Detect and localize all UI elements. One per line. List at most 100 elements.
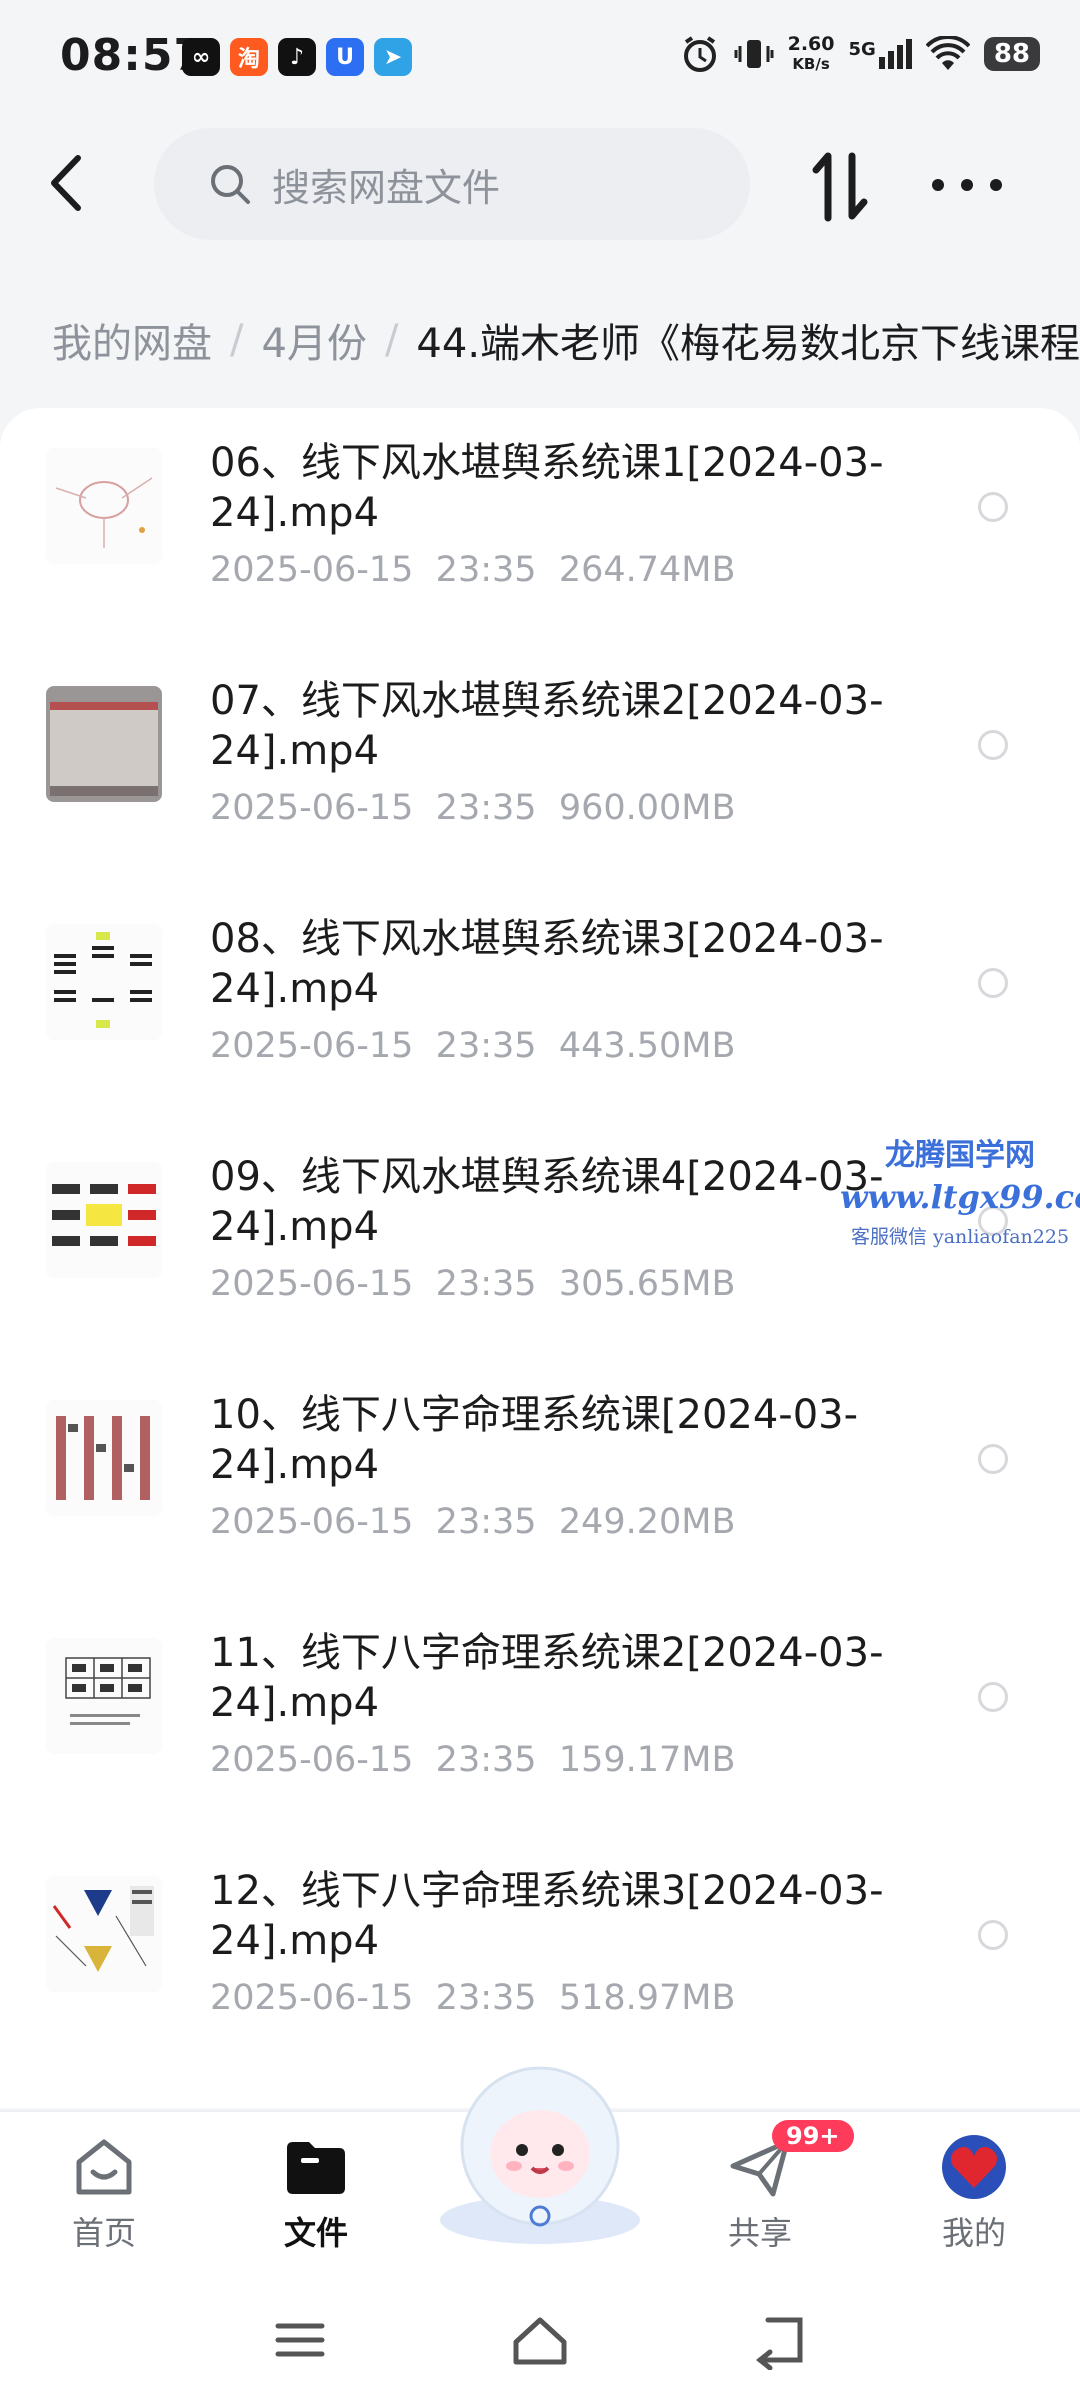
- taobao-icon: 淘: [230, 38, 268, 76]
- avatar-icon: [942, 2135, 1006, 2199]
- breadcrumb-current: 44.端木老师《梅花易数北京下线课程》: [416, 321, 1080, 367]
- select-radio[interactable]: [978, 968, 1008, 998]
- file-time: 23:35: [435, 1502, 537, 1542]
- file-name: 10、线下八字命理系统课[2024-03-24].mp4: [210, 1392, 859, 1488]
- list-item[interactable]: 06、线下风水堪舆系统课1[2024-03-24].mp4 2025-06-15…: [0, 408, 1080, 646]
- file-size: 305.65MB: [558, 1264, 736, 1304]
- app-u-icon: U: [326, 38, 364, 76]
- watermark-title: 龙腾国学网: [885, 1138, 1035, 1173]
- nav-share-label: 共享: [727, 2214, 792, 2252]
- tiktok-icon: ♪: [278, 38, 316, 76]
- search-placeholder: 搜索网盘文件: [272, 165, 501, 210]
- back-arrow-icon[interactable]: [38, 148, 98, 218]
- list-item[interactable]: 10、线下八字命理系统课[2024-03-24].mp4 2025-06-15 …: [0, 1360, 1080, 1598]
- breadcrumb-folder[interactable]: 4月份: [261, 311, 366, 369]
- home-button-icon[interactable]: [510, 2310, 570, 2370]
- video-thumbnail: [46, 1638, 162, 1754]
- app-notification-icon: ∞: [182, 38, 220, 76]
- search-icon: [211, 165, 250, 204]
- video-thumbnail: [46, 924, 162, 1040]
- watermark-url: www.ltgx99.com: [840, 1178, 1080, 1216]
- breadcrumb-separator: /: [384, 317, 399, 363]
- nav-home[interactable]: 首页: [24, 2132, 184, 2272]
- file-size: 159.17MB: [558, 1740, 736, 1780]
- file-name: 11、线下八字命理系统课2[2024-03-24].mp4: [210, 1630, 884, 1726]
- file-name: 06、线下风水堪舆系统课1[2024-03-24].mp4: [210, 440, 884, 536]
- file-name: 09、线下风水堪舆系统课4[2024-03-24].mp4: [210, 1154, 884, 1250]
- file-meta: 2025-06-15 23:35 443.50MB: [210, 1026, 736, 1066]
- select-radio[interactable]: [978, 1920, 1008, 1950]
- video-thumbnail: [46, 1162, 162, 1278]
- alarm-icon: [683, 36, 716, 72]
- file-time: 23:35: [435, 788, 537, 828]
- select-radio[interactable]: [978, 1444, 1008, 1474]
- file-meta: 2025-06-15 23:35 264.74MB: [210, 550, 736, 590]
- file-date: 2025-06-15: [210, 1740, 414, 1780]
- file-date: 2025-06-15: [210, 1264, 414, 1304]
- file-name: 12、线下八字命理系统课3[2024-03-24].mp4: [210, 1868, 884, 1964]
- file-date: 2025-06-15: [210, 788, 414, 828]
- list-item[interactable]: 11、线下八字命理系统课2[2024-03-24].mp4 2025-06-15…: [0, 1598, 1080, 1836]
- file-time: 23:35: [435, 1264, 537, 1304]
- file-size: 443.50MB: [558, 1026, 736, 1066]
- home-icon: [76, 2139, 132, 2195]
- top-bar: 搜索网盘文件: [0, 120, 1080, 250]
- system-nav-bar: [0, 2280, 1080, 2400]
- video-thumbnail: [46, 448, 162, 564]
- select-radio[interactable]: [978, 492, 1008, 522]
- nav-home-label: 首页: [71, 2214, 136, 2252]
- file-list: 06、线下风水堪舆系统课1[2024-03-24].mp4 2025-06-15…: [0, 408, 1080, 2108]
- select-radio[interactable]: [978, 1682, 1008, 1712]
- file-time: 23:35: [435, 1740, 537, 1780]
- status-bar: 08:57 ∞ 淘 ♪ U ➤ 2.60 KB/s 5G 88: [0, 0, 1080, 120]
- list-item[interactable]: 07、线下风水堪舆系统课2[2024-03-24].mp4 2025-06-15…: [0, 646, 1080, 884]
- video-thumbnail: [46, 686, 162, 802]
- net-speed-unit: KB/s: [792, 55, 830, 73]
- file-meta: 2025-06-15 23:35 159.17MB: [210, 1740, 736, 1780]
- telegram-icon: ➤: [374, 38, 412, 76]
- file-size: 960.00MB: [558, 788, 736, 828]
- file-meta: 2025-06-15 23:35 249.20MB: [210, 1502, 736, 1542]
- file-time: 23:35: [435, 1026, 537, 1066]
- video-thumbnail: [46, 1400, 162, 1516]
- breadcrumb-separator: /: [230, 317, 244, 363]
- file-size: 518.97MB: [558, 1978, 736, 2018]
- file-time: 23:35: [435, 1978, 537, 2018]
- menu-icon[interactable]: [270, 2310, 330, 2370]
- net-speed: 2.60 KB/s: [788, 34, 835, 74]
- list-item[interactable]: 08、线下风水堪舆系统课3[2024-03-24].mp4 2025-06-15…: [0, 884, 1080, 1122]
- file-meta: 2025-06-15 23:35 518.97MB: [210, 1978, 736, 2018]
- search-input[interactable]: 搜索网盘文件: [154, 128, 750, 240]
- file-meta: 2025-06-15 23:35 305.65MB: [210, 1264, 736, 1304]
- nav-mine[interactable]: 我的: [894, 2132, 1054, 2272]
- battery-indicator: 88: [983, 37, 1040, 71]
- vibrate-icon: [734, 40, 774, 68]
- signal-icon: 5G: [849, 39, 912, 69]
- share-badge: 99+: [772, 2120, 854, 2152]
- notification-icons: ∞ 淘 ♪ U ➤: [182, 38, 412, 76]
- file-name: 08、线下风水堪舆系统课3[2024-03-24].mp4: [210, 916, 884, 1012]
- nav-share[interactable]: 共享 99+: [680, 2120, 854, 2272]
- watermark-contact: 客服微信 yanliaofan225: [850, 1226, 1070, 1248]
- file-date: 2025-06-15: [210, 1502, 414, 1542]
- nav-files[interactable]: 文件: [236, 2132, 396, 2272]
- file-meta: 2025-06-15 23:35 960.00MB: [210, 788, 736, 828]
- list-item[interactable]: 12、线下八字命理系统课3[2024-03-24].mp4 2025-06-15…: [0, 1836, 1080, 2074]
- breadcrumb-root[interactable]: 我的网盘: [52, 311, 212, 369]
- file-size: 249.20MB: [558, 1502, 736, 1542]
- file-date: 2025-06-15: [210, 1026, 414, 1066]
- watermark: 龙腾国学网 www.ltgx99.com 客服微信 yanliaofan225: [840, 1130, 1080, 1249]
- more-options-icon[interactable]: [932, 160, 1002, 210]
- sort-icon[interactable]: [806, 148, 876, 224]
- file-name: 07、线下风水堪舆系统课2[2024-03-24].mp4: [210, 678, 884, 774]
- nav-files-label: 文件: [283, 2214, 348, 2252]
- back-button-icon[interactable]: [750, 2310, 810, 2370]
- folder-icon: [287, 2142, 345, 2194]
- mascot-button[interactable]: [430, 2050, 650, 2250]
- breadcrumb: 我的网盘 / 4月份 / 44.端木老师《梅花易数北京下线课程》: [52, 300, 1080, 380]
- nav-mine-label: 我的: [941, 2214, 1006, 2252]
- wifi-icon: [925, 36, 970, 70]
- net-speed-value: 2.60: [787, 33, 835, 55]
- status-right: 2.60 KB/s 5G 88: [680, 34, 1040, 74]
- select-radio[interactable]: [978, 730, 1008, 760]
